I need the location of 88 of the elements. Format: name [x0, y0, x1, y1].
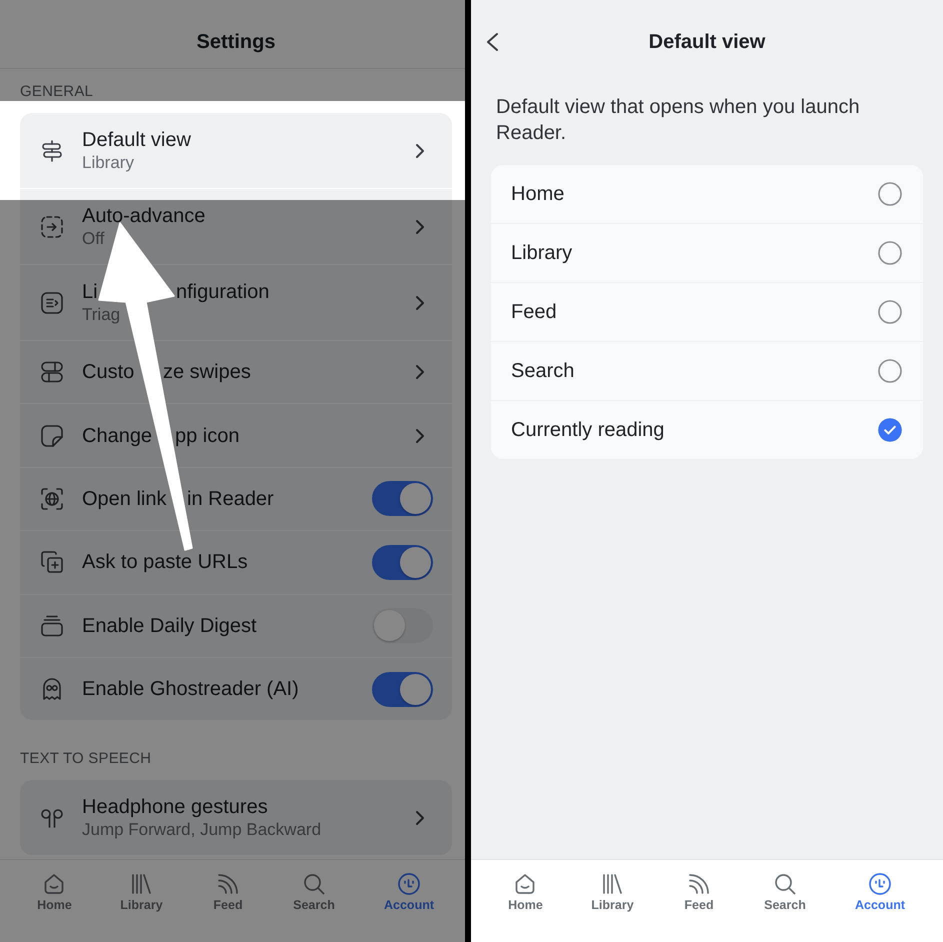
tab-button[interactable]: Search — [293, 872, 335, 912]
search-icon — [772, 872, 797, 896]
row-title: Headphone gestures — [82, 794, 268, 819]
radio-button[interactable] — [878, 241, 902, 265]
row-title: Ask to paste URLs — [82, 550, 248, 574]
row-title: Change — [82, 424, 152, 448]
face-icon — [397, 872, 421, 896]
chevron-right-icon — [415, 810, 425, 826]
tab-button[interactable]: Search — [764, 872, 806, 912]
sticker-icon — [40, 424, 64, 448]
settings-row[interactable]: Enable Daily Digest — [20, 594, 452, 657]
tab-button[interactable]: Home — [37, 872, 72, 912]
radio-button[interactable] — [878, 359, 902, 383]
settings-row[interactable]: Enable Ghostreader (AI) — [20, 658, 452, 720]
option-row[interactable]: Feed — [491, 283, 923, 341]
home-icon — [513, 872, 538, 896]
stacked-pills-icon — [40, 360, 64, 384]
settings-row[interactable]: Default view Library — [20, 113, 452, 188]
section-heading: GENERAL — [20, 83, 94, 101]
row-title: Default view — [82, 128, 191, 152]
settings-row[interactable]: Auto-advance Off — [20, 189, 452, 264]
row-value: Triag — [82, 304, 120, 326]
row-title: Li — [82, 280, 98, 304]
row-title: nfiguration — [176, 280, 270, 304]
toggle-switch[interactable] — [372, 481, 433, 516]
tab-button[interactable]: Home — [508, 872, 543, 912]
rss-icon — [216, 872, 240, 896]
option-row[interactable]: Library — [491, 224, 923, 282]
chevron-right-icon — [415, 428, 425, 444]
list-square-icon — [40, 290, 64, 314]
tab-button[interactable]: Account — [384, 872, 434, 912]
row-title: Enable Daily Digest — [82, 614, 257, 638]
option-label: Search — [511, 359, 574, 383]
globe-icon — [40, 486, 64, 511]
settings-row[interactable]: Change pp icon — [20, 404, 452, 467]
row-title: in Reader — [187, 486, 274, 511]
option-row[interactable]: Currently reading — [491, 401, 923, 459]
toggle-switch[interactable] — [372, 608, 433, 644]
row-title: ze swipes — [163, 360, 251, 384]
face-icon — [868, 872, 892, 896]
copy-plus-icon — [40, 550, 64, 574]
chevron-right-icon — [415, 294, 425, 310]
tab-button[interactable]: Account — [855, 872, 905, 912]
option-label: Library — [511, 241, 572, 265]
stack-icon — [40, 614, 64, 638]
ghost-icon — [40, 677, 64, 702]
settings-row[interactable]: Open link in Reader — [20, 468, 452, 530]
radio-button[interactable] — [878, 182, 902, 206]
tab-button[interactable]: Feed — [213, 872, 243, 912]
home-icon — [42, 872, 66, 896]
toggle-switch[interactable] — [372, 672, 433, 707]
library-icon — [600, 872, 624, 896]
radio-button[interactable] — [878, 300, 902, 324]
chevron-left-icon — [486, 32, 499, 52]
option-label: Home — [511, 182, 564, 206]
row-value: Jump Forward, Jump Backward — [82, 818, 322, 841]
option-label: Currently reading — [511, 418, 664, 442]
tab-button[interactable]: Feed — [684, 872, 714, 912]
option-row[interactable]: Search — [491, 342, 923, 400]
row-title: Open link — [82, 486, 166, 511]
option-label: Feed — [511, 300, 557, 324]
screen-title: Settings — [196, 30, 276, 54]
settings-row[interactable]: Li nfiguration Triag — [20, 265, 452, 340]
row-title: Auto-advance — [82, 204, 206, 228]
chevron-right-icon — [415, 142, 425, 158]
row-title: pp icon — [175, 424, 240, 448]
search-icon — [302, 872, 326, 896]
screen-title: Default view — [648, 30, 766, 54]
row-title: Enable Ghostreader (AI) — [82, 677, 299, 702]
rss-icon — [687, 872, 711, 896]
tab-button[interactable]: Library — [120, 872, 163, 912]
library-icon — [129, 872, 154, 896]
tab-button[interactable]: Library — [591, 872, 634, 912]
row-value: Off — [82, 228, 104, 250]
settings-row[interactable]: Headphone gestures Jump Forward, Jump Backward — [20, 780, 452, 856]
row-value: Library — [82, 152, 134, 174]
settings-row[interactable]: Ask to paste URLs — [20, 531, 452, 594]
section-heading: TEXT TO SPEECH — [20, 750, 152, 768]
toggle-switch[interactable] — [372, 544, 433, 580]
description-text: Default view that opens when you launch Reader. — [496, 95, 861, 146]
radio-button[interactable] — [878, 418, 902, 442]
option-row[interactable]: Home — [491, 165, 923, 223]
chevron-right-icon — [415, 218, 425, 234]
settings-row[interactable]: Custo ze swipes — [20, 341, 452, 404]
signpost-icon — [40, 138, 64, 162]
chevron-right-icon — [415, 364, 425, 380]
row-title: Custo — [82, 360, 134, 384]
back-button[interactable] — [486, 32, 499, 52]
